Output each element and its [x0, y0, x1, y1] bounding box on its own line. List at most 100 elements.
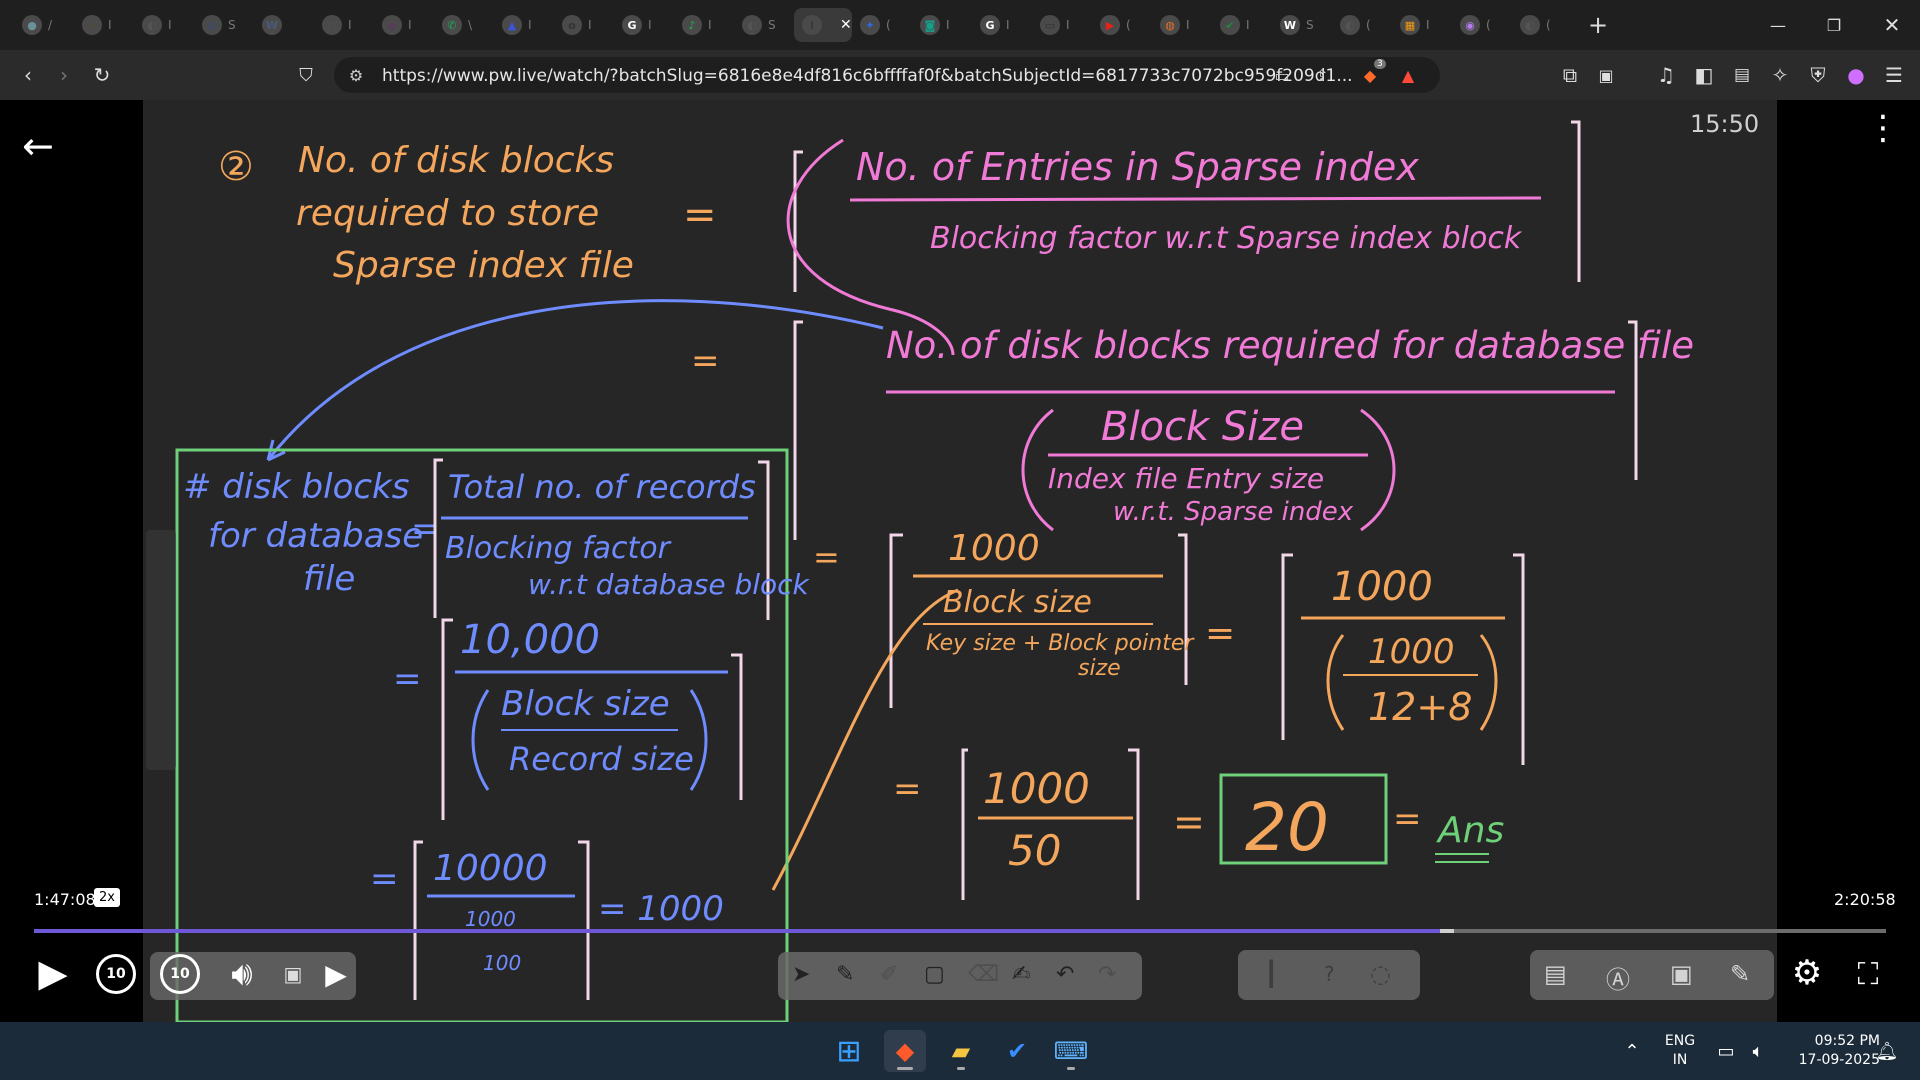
- sidebar-icon[interactable]: ◧: [1688, 59, 1720, 91]
- back-arrow-icon[interactable]: ←: [22, 124, 54, 168]
- result2-numerator: 1000: [1331, 564, 1433, 610]
- todo-icon[interactable]: ✔: [996, 1030, 1038, 1072]
- eraser-icon[interactable]: ⌫: [968, 962, 999, 987]
- brave-rewards-icon[interactable]: ▲: [1396, 63, 1420, 87]
- undo-icon[interactable]: ↶: [1056, 962, 1074, 987]
- notification-bell-icon[interactable]: 🔔︎: [1872, 1022, 1902, 1080]
- laser-icon[interactable]: ✍: [1012, 962, 1030, 987]
- browser-tab[interactable]: ✔ I: [1212, 8, 1272, 42]
- browser-tab[interactable]: I ✕: [794, 8, 852, 42]
- pen-icon[interactable]: ✎: [836, 962, 854, 987]
- browser-tab[interactable]: ▦ I: [1392, 8, 1452, 42]
- browser-tab[interactable]: ◌ I: [314, 8, 374, 42]
- share-icon[interactable]: ⇪: [1310, 63, 1334, 87]
- browser-tab[interactable]: ◉ I: [374, 8, 434, 42]
- tab-close-icon[interactable]: ✕: [840, 17, 852, 33]
- more-options-icon[interactable]: ⋮: [1866, 111, 1900, 145]
- keyboard-icon[interactable]: ⌨: [1050, 1030, 1092, 1072]
- doubt-icon[interactable]: ?: [1324, 962, 1335, 986]
- browser-tab[interactable]: ✆ \: [434, 8, 494, 42]
- windows-start-icon[interactable]: ⊞: [828, 1030, 870, 1072]
- result2-den-numerator: 1000: [1368, 632, 1455, 672]
- browser-tab[interactable]: ✦(: [852, 8, 912, 42]
- pointer-icon[interactable]: ➤: [792, 962, 810, 987]
- browser-tab[interactable]: GI: [614, 8, 674, 42]
- browser-tab[interactable]: ◍ I: [1152, 8, 1212, 42]
- browser-tab[interactable]: ▶(: [1092, 8, 1152, 42]
- play-button[interactable]: ▶: [30, 950, 76, 996]
- volume-icon[interactable]: 🔊︎: [220, 952, 264, 996]
- pip-icon[interactable]: ▣: [1670, 960, 1693, 988]
- browser-tab[interactable]: ◐ I: [134, 8, 194, 42]
- translate-icon[interactable]: Ⓐ: [1606, 960, 1630, 995]
- forward-button[interactable]: ›: [48, 59, 80, 91]
- new-tab-button[interactable]: +: [1578, 8, 1618, 42]
- progress-bar[interactable]: [34, 929, 1886, 933]
- language-indicator[interactable]: ENG IN: [1660, 1022, 1700, 1080]
- browser-tab[interactable]: oI: [554, 8, 614, 42]
- extensions-icon[interactable]: ⧉: [1554, 59, 1586, 91]
- highlighter-icon[interactable]: ✐: [880, 962, 898, 987]
- equals-4: =: [1205, 613, 1235, 654]
- browser-tab[interactable]: ♪ I: [674, 8, 734, 42]
- rewind-10-button[interactable]: 10: [96, 954, 136, 994]
- browser-tab[interactable]: ◐(: [1332, 8, 1392, 42]
- comments-icon[interactable]: ▤: [1544, 960, 1567, 988]
- clock-date[interactable]: 09:52 PM 17-09-2025: [1782, 1022, 1880, 1080]
- tray-chevron-icon[interactable]: ⌃: [1616, 1022, 1648, 1080]
- reader-mode-icon[interactable]: ▣: [1590, 59, 1622, 91]
- tab-favicon-icon: I: [802, 15, 822, 35]
- leo-ai-icon[interactable]: ✧: [1764, 59, 1796, 91]
- url-text[interactable]: https://www.pw.live/watch/?batchSlug=681…: [382, 66, 1353, 86]
- restore-button[interactable]: ❐: [1806, 0, 1862, 50]
- video-player[interactable]: ② No. of disk blocks required to store S…: [0, 100, 1920, 1022]
- equals-3: =: [813, 538, 840, 576]
- minimize-button[interactable]: —: [1750, 0, 1806, 50]
- back-button[interactable]: ‹: [12, 59, 44, 91]
- browser-tab[interactable]: ▭ I: [1032, 8, 1092, 42]
- reload-icon[interactable]: ↻: [86, 59, 118, 91]
- browser-tab[interactable]: ⚡ I: [74, 8, 134, 42]
- playback-speed-badge[interactable]: 2x: [94, 888, 120, 907]
- browser-tab[interactable]: WS: [1272, 8, 1332, 42]
- media-icon[interactable]: ♫: [1650, 59, 1682, 91]
- settings-icon[interactable]: ⚙: [1784, 950, 1830, 996]
- browser-tab[interactable]: ◙ I: [912, 8, 972, 42]
- tab-title: I: [408, 18, 412, 32]
- browser-tab[interactable]: ◍ S: [194, 8, 254, 42]
- middle-numerator: No. of disk blocks required for database…: [886, 324, 1694, 367]
- rectangle-icon[interactable]: ▢: [924, 962, 945, 987]
- menu-icon[interactable]: ☰: [1878, 59, 1910, 91]
- chat-bubble-icon[interactable]: ◌: [1370, 960, 1391, 988]
- close-window-button[interactable]: ✕: [1864, 0, 1920, 50]
- browser-tab[interactable]: ◉(: [1452, 8, 1512, 42]
- hand-raise-icon[interactable]: ┃: [1264, 960, 1278, 988]
- forward-10-button[interactable]: 10: [160, 954, 200, 994]
- redo-icon[interactable]: ↷: [1098, 962, 1116, 987]
- browser-tab[interactable]: W: [254, 8, 314, 42]
- file-explorer-icon[interactable]: ▰: [940, 1030, 982, 1072]
- browser-tab[interactable]: ◐ S: [734, 8, 794, 42]
- fullscreen-icon[interactable]: ⛶: [1846, 952, 1890, 996]
- cast-icon[interactable]: ▭: [1270, 63, 1294, 87]
- browser-tab[interactable]: GI: [972, 8, 1032, 42]
- wallet-icon[interactable]: ▤: [1726, 59, 1758, 91]
- mic-icon[interactable]: ▣: [275, 956, 311, 992]
- duration: 2:20:58: [1834, 890, 1896, 909]
- next-button[interactable]: ▶: [318, 952, 354, 996]
- equals-5: =: [893, 769, 922, 809]
- site-settings-icon[interactable]: ⚙: [344, 63, 368, 87]
- bookmark-icon[interactable]: ⛉: [290, 59, 322, 91]
- equals-6: =: [1173, 800, 1205, 844]
- browser-tab[interactable]: ▲ I: [494, 8, 554, 42]
- brave-browser-icon[interactable]: ◆: [884, 1030, 926, 1072]
- profile-icon[interactable]: ●: [1840, 59, 1872, 91]
- side-handle[interactable]: [146, 530, 176, 770]
- network-icon[interactable]: ▭: [1710, 1022, 1742, 1080]
- vpn-icon[interactable]: ⛨: [1802, 59, 1834, 91]
- speaker-icon[interactable]: 🔈︎: [1742, 1022, 1774, 1080]
- notes-icon[interactable]: ✎: [1730, 960, 1750, 988]
- address-bar[interactable]: ⚙ https://www.pw.live/watch/?batchSlug=6…: [334, 57, 1440, 93]
- browser-tab[interactable]: ◐(: [1512, 8, 1572, 42]
- browser-tab[interactable]: ● /: [14, 8, 74, 42]
